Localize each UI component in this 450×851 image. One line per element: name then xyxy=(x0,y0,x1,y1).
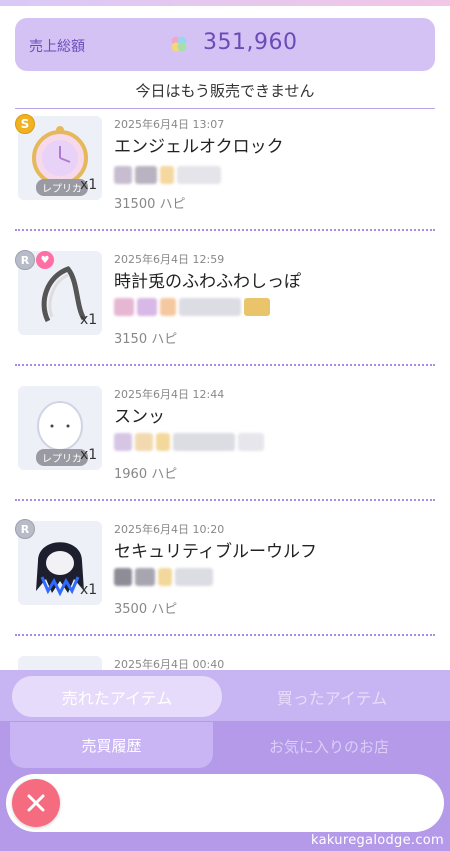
badge-r-icon: R xyxy=(15,250,35,270)
item-price: 1960 ハピ xyxy=(114,467,178,482)
item-date: 2025年6月4日 12:59 xyxy=(114,253,225,266)
item-name: セキュリティブルーウルフ xyxy=(114,542,317,562)
divider xyxy=(15,229,435,231)
blurred-buyer xyxy=(114,433,264,453)
blurred-buyer xyxy=(114,568,213,588)
blurred-buyer xyxy=(114,298,270,318)
item-quantity: x1 xyxy=(80,582,98,598)
top-strip xyxy=(0,0,450,6)
item-quantity: x1 xyxy=(80,312,98,328)
close-button[interactable] xyxy=(12,779,60,827)
tab-trade-history[interactable]: 売買履歴 xyxy=(10,722,213,768)
divider xyxy=(15,108,435,109)
badge-r-icon: R xyxy=(15,519,35,539)
sales-total-panel: 売上総額 351,960 xyxy=(15,18,435,71)
item-name: エンジェルオクロック xyxy=(114,137,284,157)
sales-total-label: 売上総額 xyxy=(29,39,85,55)
item-quantity: x1 xyxy=(80,177,98,193)
divider xyxy=(15,364,435,366)
tab-bought-items[interactable]: 買ったアイテム xyxy=(226,676,438,717)
item-price: 3500 ハピ xyxy=(114,602,178,617)
tab-favorite-shops[interactable]: お気に入りのお店 xyxy=(218,724,440,768)
item-date: 2025年6月4日 10:20 xyxy=(114,523,225,536)
item-date: 2025年6月4日 13:07 xyxy=(114,118,225,131)
item-quantity: x1 xyxy=(80,447,98,463)
heart-icon: ♥ xyxy=(36,251,54,269)
divider xyxy=(15,499,435,501)
item-price: 31500 ハピ xyxy=(114,197,186,212)
item-date: 2025年6月4日 12:44 xyxy=(114,388,225,401)
bottom-bar xyxy=(6,774,444,832)
item-price: 3150 ハピ xyxy=(114,332,178,347)
sell-limit-notice: 今日はもう販売できません xyxy=(135,82,315,100)
blurred-buyer xyxy=(114,166,221,186)
watermark: kakuregalodge.com xyxy=(311,833,444,848)
item-name: 時計兎のふわふわしっぽ xyxy=(114,272,301,292)
item-thumbnail xyxy=(18,656,102,670)
tab-sold-items[interactable]: 売れたアイテム xyxy=(12,676,222,717)
badge-s-icon: S xyxy=(15,114,35,134)
clover-icon xyxy=(169,34,189,54)
sales-total-value: 351,960 xyxy=(203,30,298,55)
item-name: スンッ xyxy=(114,407,165,427)
close-icon xyxy=(27,794,45,812)
divider xyxy=(15,634,435,636)
